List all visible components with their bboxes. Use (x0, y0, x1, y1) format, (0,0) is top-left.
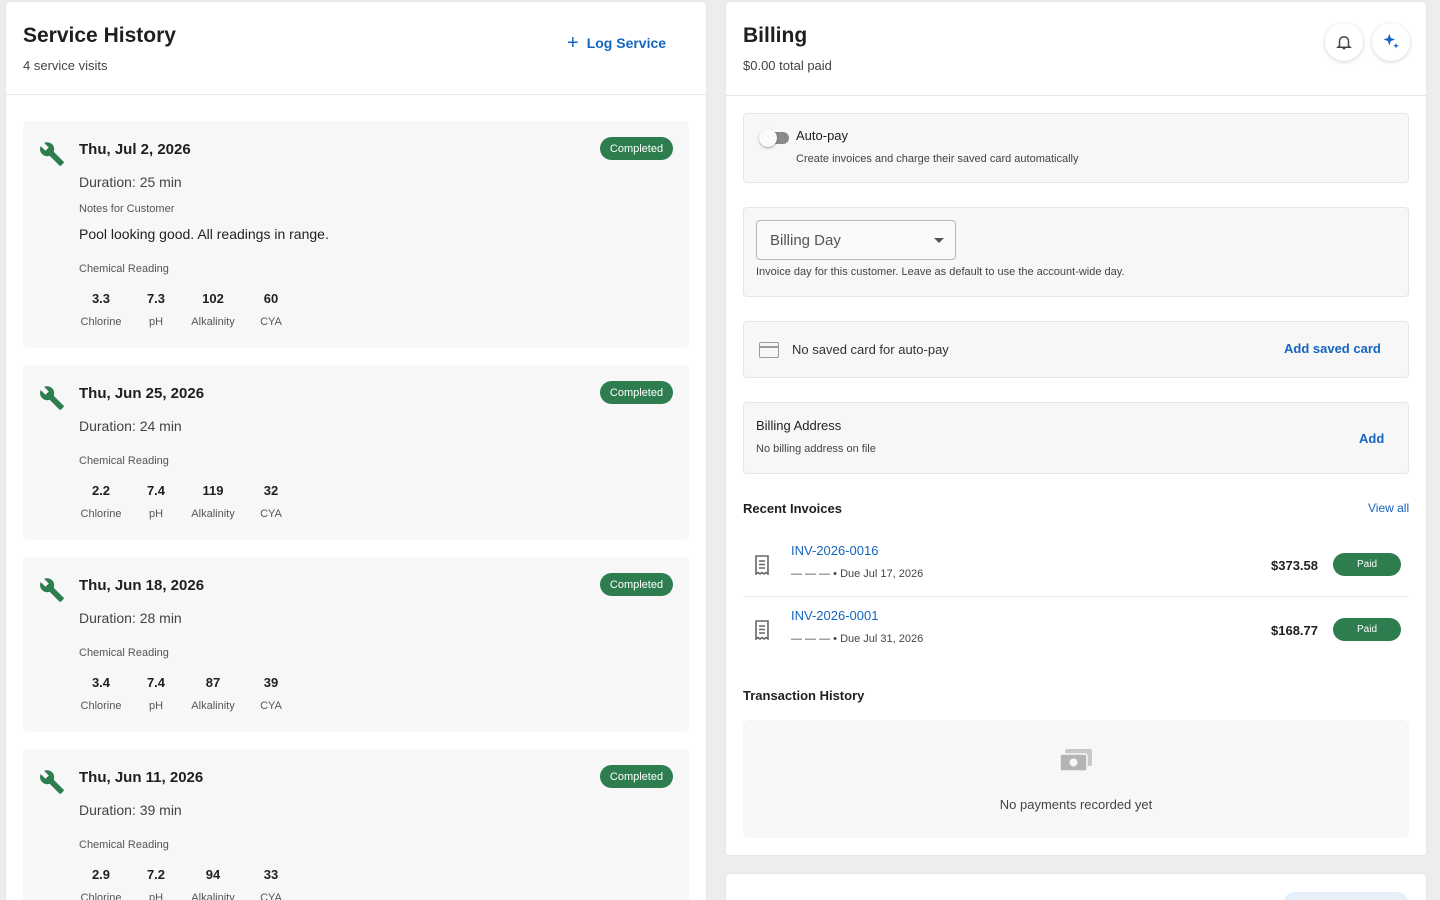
ph-reading: 7.4 pH (146, 675, 166, 712)
service-visit-count: 4 service visits (23, 58, 108, 73)
alkalinity-reading: 87 Alkalinity (191, 675, 235, 712)
recent-invoices-title: Recent Invoices (743, 501, 842, 516)
billing-address-title: Billing Address (756, 418, 842, 433)
alkalinity-reading: 102 Alkalinity (191, 291, 235, 328)
service-history-header: Service History 4 service visits + Log S… (6, 2, 706, 95)
section-chip[interactable] (1283, 892, 1409, 900)
no-payments-text: No payments recorded yet (999, 797, 1153, 812)
chemical-reading-label: Chemical Reading (79, 263, 169, 275)
cya-reading: 60 CYA (260, 291, 282, 328)
next-section-panel (725, 873, 1427, 900)
chlorine-reading: 2.2 Chlorine (80, 483, 122, 520)
autopay-description: Create invoices and charge their saved c… (796, 153, 1079, 165)
log-service-button[interactable]: + Log Service (561, 30, 672, 56)
wrench-icon (40, 142, 64, 166)
invoice-number-link[interactable]: INV-2026-0001 (791, 608, 878, 623)
visit-duration: Duration: 28 min (79, 610, 182, 626)
billing-day-label: Billing Day (770, 232, 841, 249)
chemical-reading-label: Chemical Reading (79, 455, 169, 467)
status-badge: Completed (600, 573, 673, 596)
billing-day-select[interactable]: Billing Day (756, 220, 956, 260)
cya-reading: 33 CYA (260, 867, 282, 900)
sparkle-icon (1383, 33, 1399, 49)
notes-label: Notes for Customer (79, 203, 175, 215)
toggle-knob (759, 129, 777, 147)
status-badge: Completed (600, 381, 673, 404)
service-visit-card[interactable]: Thu, Jun 11, 2026 Completed Duration: 39… (23, 749, 689, 900)
billing-address-status: No billing address on file (756, 443, 876, 455)
billing-total-paid: $0.00 total paid (743, 58, 832, 73)
log-service-label: Log Service (586, 35, 667, 51)
notifications-button[interactable] (1325, 23, 1363, 61)
chlorine-reading: 3.3 Chlorine (80, 291, 122, 328)
billing-address-section: Billing Address No billing address on fi… (743, 402, 1409, 474)
invoice-amount: $168.77 (1271, 623, 1318, 638)
saved-card-status: No saved card for auto-pay (792, 342, 949, 357)
chlorine-reading: 3.4 Chlorine (80, 675, 122, 712)
visit-duration: Duration: 24 min (79, 418, 182, 434)
cya-reading: 32 CYA (260, 483, 282, 520)
bell-icon (1336, 36, 1352, 50)
plus-icon: + (567, 32, 579, 54)
autopay-toggle[interactable] (759, 129, 789, 147)
status-badge: Completed (600, 765, 673, 788)
chlorine-reading: 2.9 Chlorine (80, 867, 122, 900)
ai-assistant-button[interactable] (1372, 23, 1410, 61)
autopay-label: Auto-pay (796, 128, 849, 143)
invoice-row[interactable]: INV-2026-0016 — — — • Due Jul 17, 2026 $… (743, 533, 1409, 597)
billing-title: Billing (743, 24, 808, 47)
add-billing-address-button[interactable]: Add (1359, 431, 1384, 446)
chemical-reading-label: Chemical Reading (79, 647, 169, 659)
alkalinity-reading: 119 Alkalinity (191, 483, 235, 520)
billing-day-help: Invoice day for this customer. Leave as … (756, 266, 1125, 278)
service-visit-card[interactable]: Thu, Jul 2, 2026 Completed Duration: 25 … (23, 121, 689, 348)
visit-date: Thu, Jun 25, 2026 (79, 385, 205, 402)
chemical-reading-label: Chemical Reading (79, 839, 169, 851)
billing-panel: Billing $0.00 total paid Auto-pay Create… (725, 1, 1427, 856)
wrench-icon (40, 578, 64, 602)
receipt-icon (755, 555, 769, 575)
service-visit-card[interactable]: Thu, Jun 18, 2026 Completed Duration: 28… (23, 557, 689, 732)
alkalinity-reading: 94 Alkalinity (191, 867, 235, 900)
ph-reading: 7.4 pH (146, 483, 166, 520)
transactions-empty-state: No payments recorded yet (743, 720, 1409, 838)
caret-down-icon (934, 238, 944, 243)
transaction-history-title: Transaction History (743, 688, 865, 703)
visit-date: Thu, Jun 11, 2026 (79, 769, 204, 786)
visit-duration: Duration: 25 min (79, 174, 182, 190)
cya-reading: 39 CYA (260, 675, 282, 712)
invoice-number-link[interactable]: INV-2026-0016 (791, 543, 878, 558)
invoice-due-date: — — — • Due Jul 31, 2026 (791, 633, 924, 645)
service-history-panel: Service History 4 service visits + Log S… (5, 1, 707, 900)
service-visit-card[interactable]: Thu, Jun 25, 2026 Completed Duration: 24… (23, 365, 689, 540)
wrench-icon (40, 386, 64, 410)
add-saved-card-button[interactable]: Add saved card (1284, 341, 1381, 356)
autopay-section: Auto-pay Create invoices and charge thei… (743, 113, 1409, 183)
visit-date: Thu, Jun 18, 2026 (79, 577, 205, 594)
invoice-due-date: — — — • Due Jul 17, 2026 (791, 568, 924, 580)
invoice-amount: $373.58 (1271, 558, 1318, 573)
billing-day-section: Billing Day Invoice day for this custome… (743, 207, 1409, 297)
paid-badge: Paid (1333, 553, 1401, 576)
view-all-invoices-link[interactable]: View all (1368, 501, 1409, 515)
payments-icon (1059, 749, 1092, 772)
invoice-row[interactable]: INV-2026-0001 — — — • Due Jul 31, 2026 $… (743, 598, 1409, 662)
receipt-icon (755, 620, 769, 640)
customer-notes: Pool looking good. All readings in range… (79, 226, 329, 242)
visit-duration: Duration: 39 min (79, 802, 182, 818)
status-badge: Completed (600, 137, 673, 160)
service-history-title: Service History (23, 24, 176, 47)
credit-card-icon (759, 342, 779, 358)
billing-header: Billing $0.00 total paid (726, 2, 1426, 96)
ph-reading: 7.3 pH (146, 291, 166, 328)
saved-card-section: No saved card for auto-pay Add saved car… (743, 321, 1409, 378)
ph-reading: 7.2 pH (146, 867, 166, 900)
visit-date: Thu, Jul 2, 2026 (79, 141, 191, 158)
paid-badge: Paid (1333, 618, 1401, 641)
wrench-icon (40, 770, 64, 794)
